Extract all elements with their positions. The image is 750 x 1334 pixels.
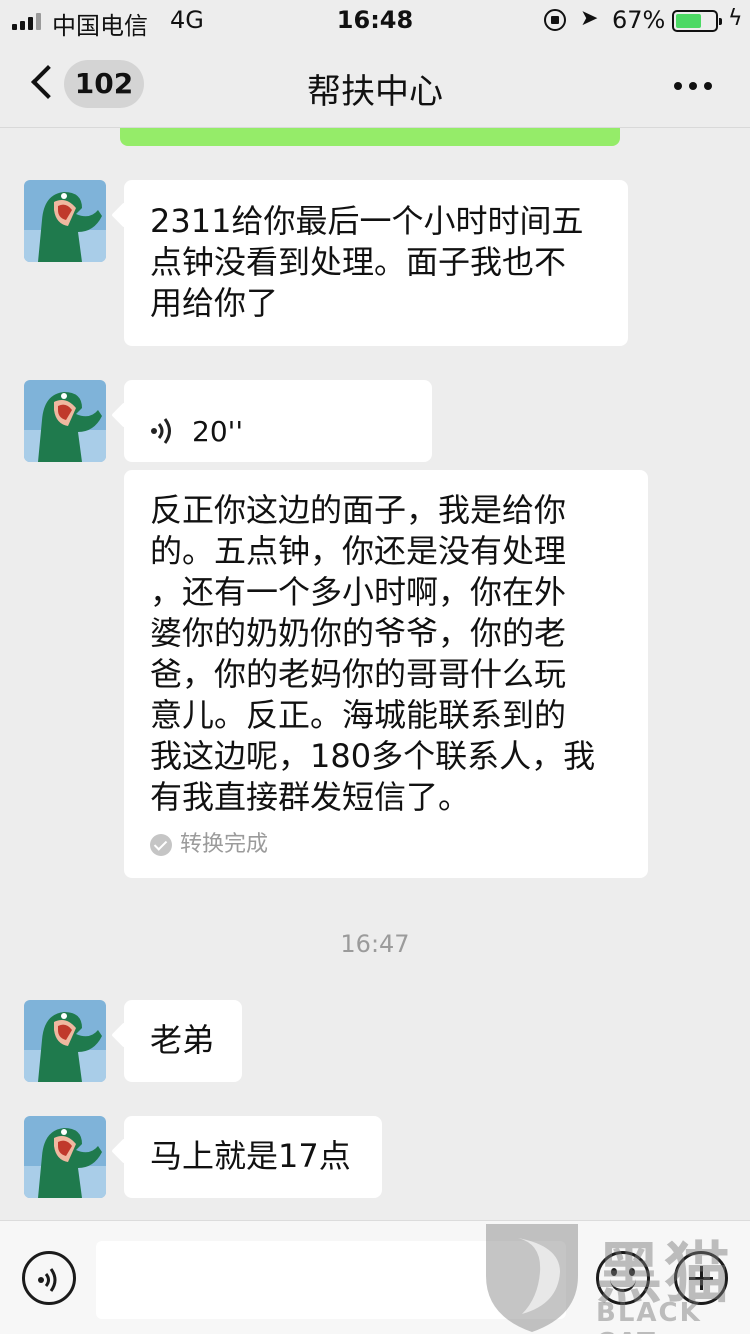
transcript-line: 爸，你的老妈你的哥哥什么玩 — [150, 655, 567, 693]
transcript-line: 婆你的奶奶你的爷爷，你的老 — [150, 614, 567, 652]
message-bubble[interactable]: 老弟 — [124, 1000, 242, 1082]
more-actions-plus-button[interactable] — [674, 1251, 728, 1305]
message-text-line: 点钟没看到处理。面子我也不 — [150, 243, 567, 281]
emoji-button[interactable] — [596, 1251, 650, 1305]
message-text-line: 用给你了 — [150, 284, 279, 322]
message-text-line: 马上就是17点 — [150, 1137, 351, 1175]
conversion-status: 转换完成 — [150, 832, 268, 858]
message-timestamp: 16:47 — [340, 930, 410, 958]
transcript-line: 我这边呢，180多个联系人，我 — [150, 737, 596, 775]
message-bubble[interactable]: 2311给你最后一个小时时间五 点钟没看到处理。面子我也不 用给你了 — [124, 180, 628, 346]
transcript-line: 意儿。反正。海城能联系到的 — [150, 696, 567, 734]
battery-icon — [672, 10, 722, 32]
voice-duration: 20'' — [192, 414, 244, 448]
voice-input-toggle[interactable] — [22, 1251, 76, 1305]
contact-avatar[interactable] — [24, 180, 106, 262]
voice-transcript-bubble[interactable]: 反正你这边的面子，我是给你 的。五点钟，你还是没有处理 ，还有一个多小时啊，你在… — [124, 470, 648, 878]
message-text-line: 2311给你最后一个小时时间五 — [150, 202, 584, 240]
voice-wave-icon — [151, 418, 171, 444]
contact-avatar[interactable] — [24, 1000, 106, 1082]
chat-title: 帮扶中心 — [307, 72, 443, 112]
previous-sent-bubble — [120, 128, 620, 146]
chat-header: 102 帮扶中心 — [0, 40, 750, 128]
rotation-lock-icon — [544, 9, 566, 31]
contact-avatar[interactable] — [24, 380, 106, 462]
transcript-line: 有我直接群发短信了。 — [150, 778, 471, 816]
status-bar: 中国电信 4G 16:48 ➤ 67% ϟ — [0, 0, 750, 40]
message-text-input[interactable] — [96, 1241, 566, 1319]
battery-level-fill — [676, 14, 702, 28]
voice-message-bubble[interactable]: 20'' — [124, 380, 432, 462]
contact-avatar[interactable] — [24, 1116, 106, 1198]
charging-bolt-icon: ϟ — [728, 6, 743, 31]
conversion-status-label: 转换完成 — [180, 832, 269, 857]
check-circle-icon — [150, 834, 172, 856]
message-text-line: 老弟 — [150, 1021, 215, 1059]
more-options-icon[interactable] — [674, 82, 712, 90]
chat-input-bar — [0, 1220, 750, 1334]
battery-percentage: 67% — [612, 6, 666, 34]
message-bubble[interactable]: 马上就是17点 — [124, 1116, 382, 1198]
transcript-line: 反正你这边的面子，我是给你 — [150, 491, 567, 529]
transcript-line: 的。五点钟，你还是没有处理 — [150, 532, 567, 570]
transcript-line: ，还有一个多小时啊，你在外 — [150, 573, 567, 611]
voice-wave-icon — [38, 1268, 57, 1292]
location-arrow-icon: ➤ — [580, 6, 599, 31]
